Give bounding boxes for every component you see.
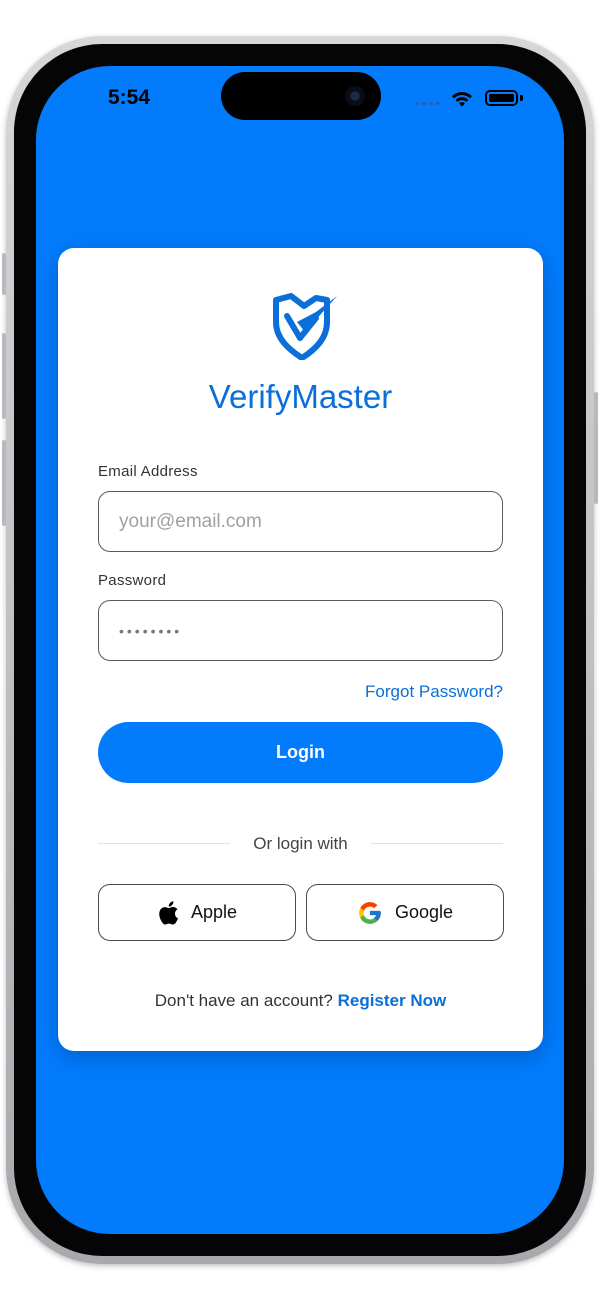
google-button-label: Google [394,902,454,922]
battery-nub [520,95,523,101]
apple-login-button[interactable]: Apple [98,884,296,941]
side-button-left-2 [2,333,6,419]
email-label: Email Address [98,463,198,480]
side-button-left-3 [2,440,6,526]
camera-icon [345,86,365,106]
dynamic-island [221,72,381,120]
shield-check-logo-icon [273,293,337,360]
login-button[interactable]: Login [98,722,503,783]
email-input[interactable] [98,491,503,552]
password-input[interactable]: •••••••• [98,600,503,661]
cellular-signal-icon [415,102,440,105]
status-time: 5:54 [108,86,151,109]
google-login-button[interactable]: Google [306,884,504,941]
password-label: Password [98,572,167,589]
apple-button-label: Apple [190,902,238,922]
side-button-left-1 [2,253,6,295]
register-now-link[interactable]: Register Now [338,991,447,1010]
app-name: VerifyMaster [208,378,393,415]
password-value: •••••••• [119,622,183,639]
register-prompt-text: Don't have an account? [154,991,333,1010]
side-button-right [594,392,598,504]
register-prompt: Don't have an account? Register Now [58,991,543,1011]
divider-text: Or login with [253,834,348,853]
forgot-password-link[interactable]: Forgot Password? [58,682,503,702]
divider-right [371,843,503,844]
battery-icon [485,90,518,106]
wifi-icon [452,91,472,107]
google-icon [359,901,381,924]
apple-icon [159,900,178,925]
